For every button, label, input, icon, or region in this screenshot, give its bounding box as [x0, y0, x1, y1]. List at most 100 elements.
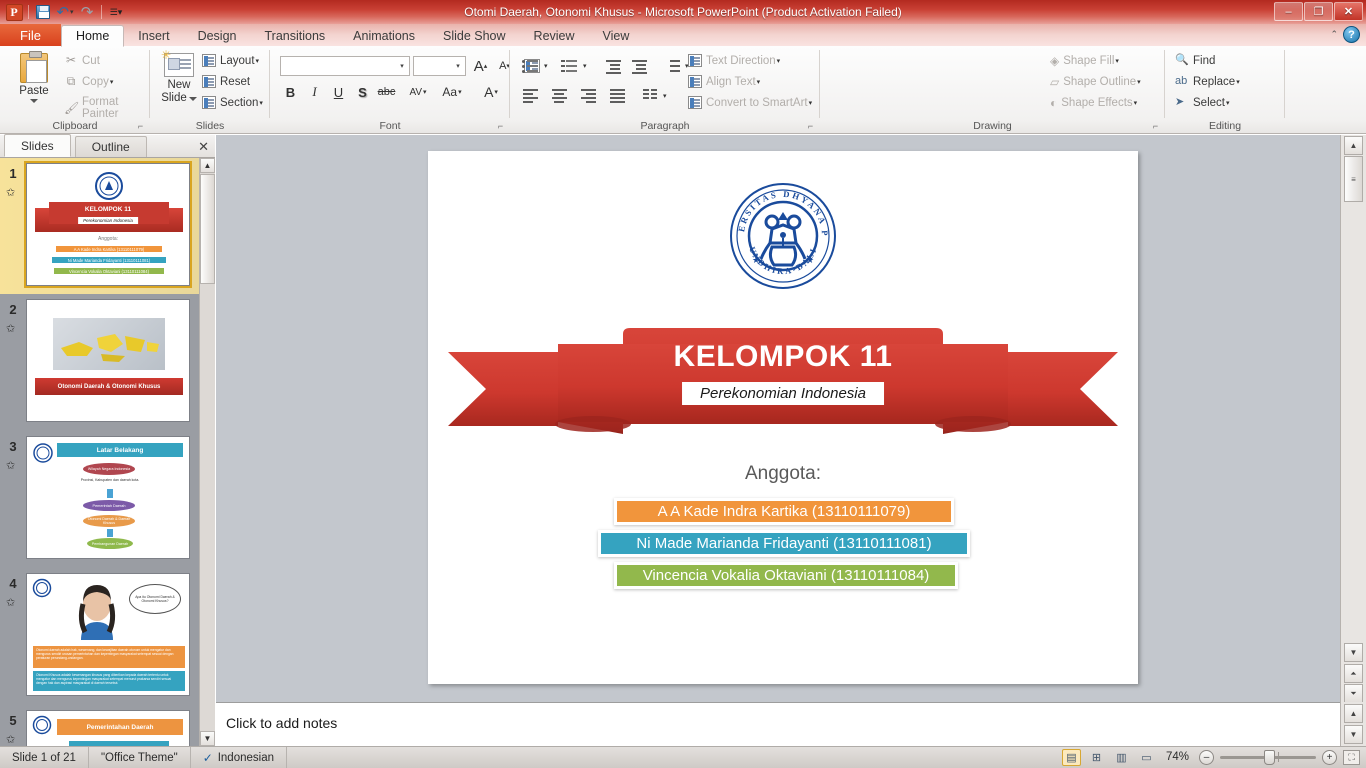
stage-vertical-scrollbar[interactable]: ▲ ≡ ▼ ⏶ ⏷ — [1340, 135, 1366, 746]
slide-thumbnail-list[interactable]: 1 ✩ KELOMPOK 11 Perekonomian Indonesia A… — [0, 158, 215, 746]
align-text-button[interactable]: Align Text ▾ — [688, 75, 760, 88]
bullets-dropdown-arrow[interactable]: ▾ — [544, 62, 548, 70]
notes-scroll-down[interactable]: ▼ — [1344, 725, 1363, 744]
font-name-dropdown-arrow[interactable]: ▾ — [395, 62, 409, 70]
thumbnail-slide-3[interactable]: 3 ✩ Latar Belakang Wilayah Negara Indone… — [0, 431, 215, 568]
paste-dropdown-arrow[interactable] — [30, 99, 38, 103]
shape-outline-button[interactable]: ▱ Shape Outline ▾ — [1050, 75, 1141, 89]
save-button[interactable] — [33, 2, 53, 22]
format-painter-button[interactable]: 🖌 Format Painter — [64, 96, 150, 120]
close-pane-icon[interactable]: ✕ — [198, 139, 209, 155]
align-left-button[interactable] — [518, 86, 542, 106]
shape-fill-button[interactable]: ◈ Shape Fill ▾ — [1050, 54, 1119, 68]
slide-count-indicator[interactable]: Slide 1 of 21 — [0, 746, 89, 768]
tab-insert[interactable]: Insert — [124, 25, 183, 47]
new-slide-dropdown-arrow[interactable] — [188, 96, 197, 101]
tab-transitions[interactable]: Transitions — [250, 25, 339, 47]
align-right-button[interactable] — [576, 86, 600, 106]
tab-slide-show[interactable]: Slide Show — [429, 25, 520, 47]
columns-dropdown-arrow[interactable]: ▾ — [663, 92, 667, 100]
undo-button[interactable]: ↶ ▾ — [55, 2, 75, 22]
character-spacing-arrow[interactable]: ▾ — [423, 88, 427, 96]
powerpoint-app-icon[interactable]: P — [4, 2, 24, 22]
character-spacing-button[interactable]: AV ▾ — [403, 82, 433, 102]
justify-button[interactable] — [605, 86, 629, 106]
notes-pane[interactable]: Click to add notes — [216, 702, 1340, 746]
normal-view-button[interactable]: ▤ — [1061, 748, 1081, 766]
undo-dropdown-arrow[interactable]: ▾ — [70, 8, 74, 16]
line-spacing-button[interactable] — [660, 56, 684, 76]
copy-dropdown-arrow[interactable]: ▾ — [110, 78, 114, 86]
font-color-arrow[interactable]: ▾ — [494, 88, 498, 96]
stage-scroll-thumb[interactable]: ≡ — [1344, 156, 1363, 202]
font-dialog-launcher[interactable]: ⌐ — [495, 121, 506, 132]
theme-indicator[interactable]: "Office Theme" — [89, 746, 191, 768]
previous-slide-button[interactable]: ⏶ — [1344, 664, 1363, 683]
copy-button[interactable]: ⧉ Copy ▾ — [64, 75, 114, 88]
thumbnail-scroll-up[interactable]: ▲ — [200, 158, 215, 173]
shape-outline-arrow[interactable]: ▾ — [1137, 78, 1141, 86]
section-dropdown-arrow[interactable]: ▾ — [259, 99, 263, 107]
align-center-button[interactable] — [547, 86, 571, 106]
thumbnail-slide-5[interactable]: 5 ✩ Pemerintahan Daerah ⚜ — [0, 705, 215, 746]
tab-file[interactable]: File — [0, 24, 61, 47]
thumbnail-slide-1[interactable]: 1 ✩ KELOMPOK 11 Perekonomian Indonesia A… — [0, 158, 215, 294]
select-button[interactable]: ➤ Select ▾ — [1175, 96, 1229, 109]
restore-button[interactable]: ❐ — [1304, 2, 1333, 21]
zoom-slider[interactable] — [1220, 749, 1316, 765]
tab-design[interactable]: Design — [184, 25, 251, 47]
stage-scroll-up[interactable]: ▲ — [1344, 136, 1363, 155]
shape-fill-arrow[interactable]: ▾ — [1115, 57, 1119, 65]
fit-to-window-button[interactable]: ⛶ — [1343, 749, 1360, 765]
layout-button[interactable]: Layout ▾ — [202, 54, 259, 67]
tab-outline[interactable]: Outline — [74, 136, 147, 157]
columns-button[interactable] — [638, 86, 662, 106]
decrease-indent-button[interactable] — [602, 56, 624, 76]
minimize-button[interactable]: – — [1274, 2, 1303, 21]
italic-button[interactable]: I — [304, 82, 325, 102]
clipboard-dialog-launcher[interactable]: ⌐ — [135, 121, 146, 132]
shape-effects-button[interactable]: ◐ Shape Effects ▾ — [1050, 96, 1137, 110]
convert-to-smartart-button[interactable]: Convert to SmartArt ▾ — [688, 96, 812, 109]
customize-quick-access-button[interactable]: ☰▾ — [106, 2, 126, 22]
cut-button[interactable]: ✂ Cut — [64, 54, 100, 67]
reading-view-button[interactable]: ▥ — [1112, 749, 1131, 766]
new-slide-button[interactable]: ✳ New Slide — [158, 49, 200, 116]
tab-animations[interactable]: Animations — [339, 25, 429, 47]
thumbnail-slide-4[interactable]: 4 ✩ Apa itu Otonomi Daerah & Otonomi Khu… — [0, 568, 215, 705]
thumbnail-scroll-thumb[interactable] — [200, 174, 215, 284]
numbering-dropdown-arrow[interactable]: ▾ — [583, 62, 587, 70]
reset-button[interactable]: Reset — [202, 75, 250, 88]
stage-scroll-down[interactable]: ▼ — [1344, 643, 1363, 662]
increase-indent-button[interactable] — [628, 56, 650, 76]
text-shadow-button[interactable]: S — [352, 82, 373, 102]
numbering-button[interactable] — [557, 56, 581, 76]
notes-scrollbar[interactable]: ▲ ▼ — [1340, 702, 1366, 746]
shape-effects-arrow[interactable]: ▾ — [1134, 99, 1138, 107]
slide-editing-stage[interactable]: UNIVERSITAS DHYANA PURA UNDHIRA-BALI ★ ★ — [216, 135, 1340, 702]
thumbnail-scroll-down[interactable]: ▼ — [200, 731, 215, 746]
slide-show-button[interactable]: ▭ — [1137, 749, 1156, 766]
underline-button[interactable]: U — [328, 82, 349, 102]
strikethrough-button[interactable]: abc — [376, 82, 397, 102]
help-icon[interactable]: ? — [1343, 26, 1360, 43]
replace-dropdown-arrow[interactable]: ▾ — [1236, 78, 1240, 86]
thumbnail-scrollbar[interactable]: ▲ ▼ — [199, 158, 215, 746]
slide-sorter-button[interactable]: ⊞ — [1087, 749, 1106, 766]
minimize-ribbon-button[interactable]: ⌃ — [1330, 29, 1338, 40]
paste-button[interactable]: Paste — [8, 50, 60, 116]
zoom-slider-handle[interactable] — [1264, 749, 1275, 765]
select-dropdown-arrow[interactable]: ▾ — [1226, 99, 1230, 107]
tab-view[interactable]: View — [589, 25, 644, 47]
zoom-level-label[interactable]: 74% — [1166, 751, 1189, 763]
drawing-dialog-launcher[interactable]: ⌐ — [1150, 121, 1161, 132]
current-slide-canvas[interactable]: UNIVERSITAS DHYANA PURA UNDHIRA-BALI ★ ★ — [428, 151, 1138, 684]
change-case-arrow[interactable]: ▾ — [458, 88, 462, 96]
tab-slides-thumbnails[interactable]: Slides — [4, 134, 71, 157]
language-indicator[interactable]: ✓ Indonesian — [191, 746, 287, 768]
close-button[interactable]: ✕ — [1334, 2, 1363, 21]
align-text-arrow[interactable]: ▾ — [757, 78, 761, 86]
font-color-button[interactable]: A ▾ — [476, 82, 506, 102]
text-direction-button[interactable]: Text Direction ▾ — [688, 54, 780, 67]
redo-button[interactable]: ↷ — [77, 2, 97, 22]
